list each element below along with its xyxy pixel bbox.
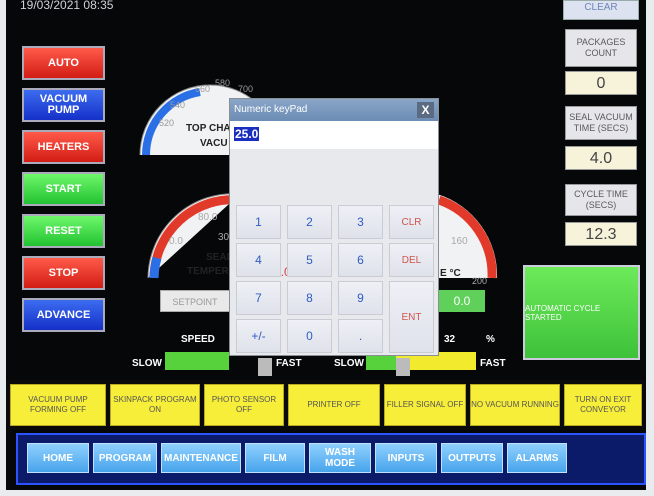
key-decimal[interactable]: .: [338, 319, 383, 353]
clear-button[interactable]: CLEAR: [563, 0, 639, 20]
top-gauge-label: TOP CHA: [186, 123, 231, 134]
slow-label: SLOW: [132, 358, 162, 369]
top-gauge-tick: 540: [170, 100, 186, 110]
key-del[interactable]: DEL: [389, 243, 434, 277]
fast-label-2: FAST: [480, 358, 506, 369]
status-skinpack-program: SKINPACK PROGRAM ON: [110, 384, 200, 426]
key-5[interactable]: 5: [287, 243, 332, 277]
key-6[interactable]: 6: [338, 243, 383, 277]
setpoint-field[interactable]: SETPOINT: [160, 290, 230, 312]
auto-button[interactable]: AUTO: [22, 46, 105, 80]
status-photo-sensor: PHOTO SENSOR OFF: [204, 384, 284, 426]
seal-gauge-tick: 160: [451, 236, 468, 247]
nav-alarms[interactable]: ALARMS: [507, 443, 567, 473]
nav-program[interactable]: PROGRAM: [93, 443, 157, 473]
keypad-input[interactable]: [230, 121, 438, 149]
cycle-time-value: 12.3: [565, 222, 637, 246]
speed-value-2: 32: [444, 334, 456, 345]
top-gauge-tick: 700: [238, 84, 254, 94]
vacuum-pump-button[interactable]: VACUUM PUMP: [22, 88, 105, 122]
key-7[interactable]: 7: [236, 281, 281, 315]
keypad-value[interactable]: 25.0: [234, 127, 260, 141]
seal-vacuum-time-label: SEAL VACUUM TIME (SECS): [565, 106, 637, 140]
speed-unit-2: %: [486, 334, 495, 345]
nav-inputs[interactable]: INPUTS: [375, 443, 437, 473]
key-2[interactable]: 2: [287, 205, 332, 239]
key-ent[interactable]: ENT: [389, 281, 434, 353]
speed-label: SPEED: [181, 334, 215, 345]
status-printer: PRINTER OFF: [288, 384, 380, 426]
status-exit-conveyor[interactable]: TURN ON EXIT CONVEYOR: [564, 384, 642, 426]
nav-maintenance[interactable]: MAINTENANCE: [161, 443, 241, 473]
key-1[interactable]: 1: [236, 205, 281, 239]
heaters-button[interactable]: HEATERS: [22, 130, 105, 164]
speed-bar[interactable]: [165, 352, 229, 370]
nav-film[interactable]: FILM: [245, 443, 305, 473]
seal-gauge-tick: 0.0: [169, 236, 183, 247]
speed-slider-handle-2[interactable]: [396, 358, 410, 376]
seal-vacuum-time-value[interactable]: 4.0: [565, 146, 637, 170]
top-gauge-tick: 520: [159, 118, 175, 128]
setpoint-value[interactable]: 0.0: [439, 290, 485, 312]
status-filler-signal: FILLER SIGNAL OFF: [384, 384, 466, 426]
numeric-keypad-dialog: Numeric keyPad X 25.0 0.0~180.0 1 2 3 CL…: [229, 98, 439, 356]
seal-gauge-max: 200: [472, 276, 488, 286]
keypad-title: Numeric keyPad: [230, 99, 438, 121]
slow-label-2: SLOW: [334, 358, 364, 369]
start-button[interactable]: START: [22, 172, 105, 206]
top-gauge-tick: 660: [195, 84, 211, 94]
reset-button[interactable]: RESET: [22, 214, 105, 248]
auto-cycle-status: AUTOMATIC CYCLE STARTED: [523, 265, 640, 360]
stop-button[interactable]: STOP: [22, 256, 105, 290]
seal-temperature-gauge-right: [437, 194, 498, 279]
top-gauge-tick: 580: [215, 78, 231, 88]
packages-count-label: PACKAGES COUNT: [565, 29, 637, 67]
nav-outputs[interactable]: OUTPUTS: [441, 443, 503, 473]
speed-slider-handle[interactable]: [258, 358, 272, 376]
nav-wash-mode[interactable]: WASH MODE: [309, 443, 371, 473]
key-8[interactable]: 8: [287, 281, 332, 315]
seal-gauge-tick: 80.0: [198, 212, 218, 223]
key-plus-minus[interactable]: +/-: [236, 319, 281, 353]
seal-gauge-unit: E °C: [440, 268, 461, 279]
seal-gauge-tick: 30: [218, 232, 230, 243]
advance-button[interactable]: ADVANCE: [22, 298, 105, 332]
datetime: 19/03/2021 08:35: [20, 0, 114, 12]
packages-count-value: 0: [565, 71, 637, 95]
top-gauge-label-2: VACU: [200, 138, 228, 149]
cycle-time-label: CYCLE TIME (SECS): [565, 184, 637, 216]
key-4[interactable]: 4: [236, 243, 281, 277]
key-0[interactable]: 0: [287, 319, 332, 353]
fast-label: FAST: [276, 358, 302, 369]
status-no-vacuum: NO VACUUM RUNNING: [470, 384, 560, 426]
key-3[interactable]: 3: [338, 205, 383, 239]
close-icon[interactable]: X: [417, 102, 434, 118]
key-9[interactable]: 9: [338, 281, 383, 315]
nav-home[interactable]: HOME: [27, 443, 89, 473]
key-clr[interactable]: CLR: [389, 205, 434, 239]
status-vacuum-pump-forming: VACUUM PUMP FORMING OFF: [10, 384, 106, 426]
